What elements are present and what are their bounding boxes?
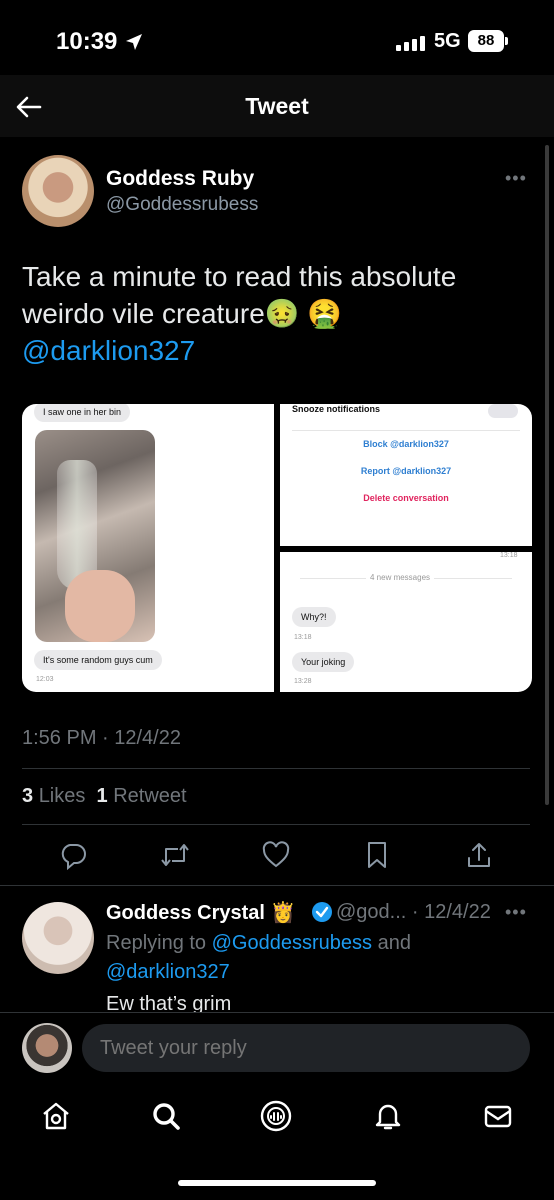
delete-option: Delete conversation	[363, 493, 449, 503]
chat-bubble: Your joking	[292, 652, 355, 672]
notifications-icon[interactable]	[370, 1098, 406, 1134]
chat-time: 12:03	[36, 676, 54, 683]
new-messages-label: 4 new messages	[366, 573, 435, 582]
divider	[292, 430, 520, 431]
tweet-mention[interactable]: @darklion327	[22, 335, 195, 366]
battery-nub	[505, 37, 508, 45]
author-avatar[interactable]	[22, 155, 94, 227]
snooze-toggle	[488, 404, 518, 418]
crown-emoji: 👸	[270, 902, 296, 924]
author-handle[interactable]: @Goddessrubess	[106, 194, 258, 216]
report-option: Report @darklion327	[360, 466, 452, 476]
tweet-text: Take a minute to read this absolute weir…	[22, 258, 532, 369]
replying-prefix: Replying to	[106, 932, 207, 954]
signal-icon	[396, 36, 425, 51]
reply-input[interactable]	[82, 1024, 530, 1072]
divider	[0, 885, 554, 886]
tweet-timestamp: 1:56 PM · 12/4/22	[22, 727, 181, 749]
location-arrow-icon	[126, 34, 142, 50]
spaces-icon[interactable]	[258, 1098, 294, 1134]
more-options-icon[interactable]: •••	[505, 168, 527, 189]
retweet-icon[interactable]	[158, 838, 192, 872]
divider	[22, 768, 530, 769]
media-image-1[interactable]: I saw one in her bin It's some random gu…	[22, 404, 274, 692]
status-time: 10:39	[56, 28, 118, 55]
tweet-body: Take a minute to read this absolute weir…	[22, 261, 457, 329]
likes-count[interactable]: 3	[22, 785, 33, 807]
tweet-stats: 3 Likes 1 Retweet	[22, 785, 187, 808]
reply-icon[interactable]	[56, 838, 90, 872]
divider	[22, 824, 530, 825]
chat-time: 13:18	[500, 552, 518, 559]
chat-bubble: I saw one in her bin	[34, 404, 131, 422]
tweet-emojis: 🤢 🤮	[264, 298, 343, 329]
block-option: Block @darklion327	[363, 439, 449, 449]
verified-badge-icon	[312, 902, 332, 922]
retweets-count[interactable]: 1	[97, 785, 108, 807]
reply-mention-1[interactable]: @Goddessrubess	[212, 932, 372, 954]
bookmark-icon[interactable]	[360, 838, 394, 872]
home-icon[interactable]	[38, 1098, 74, 1134]
search-icon[interactable]	[148, 1098, 184, 1134]
chat-bubble: Why?!	[292, 607, 336, 627]
chat-photo	[35, 430, 155, 642]
scrollbar[interactable]	[545, 145, 549, 805]
snooze-label: Snooze notifications	[292, 404, 381, 414]
chat-bubble: It's some random guys cum	[34, 650, 162, 670]
reply-mention-2[interactable]: @darklion327	[106, 961, 230, 983]
replying-to: Replying to @Goddessrubess and @darklion…	[106, 929, 526, 987]
media-image-3[interactable]: 13:18 4 new messages Why?! 13:18 Your jo…	[280, 552, 532, 692]
reply-author-avatar[interactable]	[22, 902, 94, 974]
tweet-media[interactable]: I saw one in her bin It's some random gu…	[22, 404, 532, 692]
photo-hand	[65, 570, 135, 642]
more-options-icon[interactable]: •••	[505, 902, 527, 923]
battery-icon: 88	[468, 30, 504, 52]
replying-and: and	[377, 932, 411, 954]
network-type: 5G	[434, 30, 461, 52]
chat-time: 13:18	[294, 634, 312, 641]
page-title: Tweet	[245, 93, 309, 119]
home-indicator[interactable]	[178, 1180, 376, 1186]
messages-icon[interactable]	[480, 1098, 516, 1134]
chat-time: 13:28	[294, 678, 312, 685]
user-avatar[interactable]	[22, 1023, 72, 1073]
like-icon[interactable]	[259, 838, 293, 872]
media-image-2[interactable]: Snooze notifications Block @darklion327 …	[280, 404, 532, 546]
author-name[interactable]: Goddess Ruby	[106, 167, 254, 191]
reply-meta: @god... · 12/4/22	[336, 901, 491, 923]
reply-author-name[interactable]: Goddess Crystal	[106, 902, 265, 924]
share-icon[interactable]	[462, 838, 496, 872]
likes-label[interactable]: Likes	[39, 785, 86, 807]
retweets-label[interactable]: Retweet	[113, 785, 186, 807]
reply-author[interactable]: Goddess Crystal 👸	[106, 900, 295, 925]
